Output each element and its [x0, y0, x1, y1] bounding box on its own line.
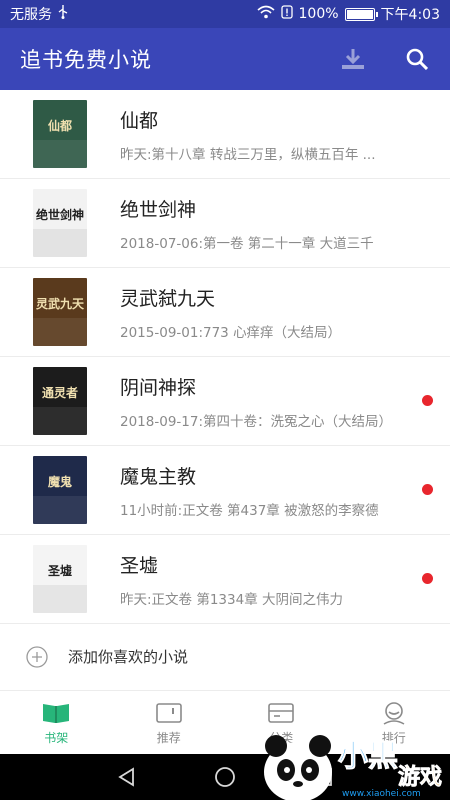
book-list: 仙都 仙都 昨天:第十八章 转战三万里，纵横五百年 ... 绝世剑神 绝世剑神 2018-… [0, 90, 450, 624]
app-title: 追书免费小说 [20, 48, 152, 72]
alert-icon [280, 5, 293, 23]
book-item[interactable]: 圣墟 圣墟 昨天:正文卷 第1334章 大阴间之伟力 [0, 535, 450, 624]
nav-label: 推荐 [156, 730, 181, 745]
svg-text:游戏: 游戏 [398, 764, 442, 790]
nav-label: 书架 [44, 730, 69, 745]
svg-text:绝世剑神: 绝世剑神 [36, 207, 84, 222]
time-text: 下午4:03 [380, 7, 440, 23]
book-cover: 通灵者 [33, 367, 87, 435]
book-latest-chapter: 昨天:正文卷 第1334章 大阴间之伟力 [120, 591, 343, 608]
svg-text:灵武九天: 灵武九天 [36, 296, 85, 311]
book-info: 阴间神探 2018-09-17:第四十卷：洗冤之心（大结局） [120, 373, 410, 430]
nav-tab-recommend[interactable]: 推荐 [113, 692, 226, 754]
book-item[interactable]: 仙都 仙都 昨天:第十八章 转战三万里，纵横五百年 ... [0, 90, 450, 179]
update-dot [422, 573, 433, 584]
update-dot [422, 395, 433, 406]
download-icon[interactable] [340, 46, 366, 72]
book-cover: 绝世剑神 [33, 189, 87, 257]
book-title: 仙都 [120, 109, 159, 132]
book-cover: 魔鬼 [33, 456, 87, 524]
book-cover: 圣墟 [33, 545, 87, 613]
recommend-icon [154, 701, 184, 725]
svg-text:小黑: 小黑 [338, 739, 398, 774]
search-icon[interactable] [404, 46, 430, 72]
book-info: 魔鬼主教 11小时前:正文卷 第437章 被激怒的李察德 [120, 462, 410, 519]
book-info: 绝世剑神 2018-07-06:第一卷 第二十一章 大道三千 [120, 195, 410, 252]
update-dot [422, 484, 433, 495]
svg-text:魔鬼: 魔鬼 [48, 474, 72, 489]
book-info: 灵武弑九天 2015-09-01:773 心痒痒（大结局） [120, 284, 410, 341]
svg-text:通灵者: 通灵者 [42, 385, 78, 400]
book-cover: 仙都 [33, 100, 87, 168]
add-novel-label: 添加你喜欢的小说 [68, 648, 189, 666]
book-title: 魔鬼主教 [120, 465, 197, 488]
app-actions [340, 46, 430, 72]
back-icon[interactable] [115, 765, 139, 789]
svg-text:圣墟: 圣墟 [47, 563, 72, 578]
bookshelf-icon [41, 701, 71, 725]
status-right: 100% 下午4:03 [256, 4, 440, 24]
usb-icon [58, 5, 68, 23]
book-title: 绝世剑神 [120, 198, 197, 221]
book-latest-chapter: 2018-09-17:第四十卷：洗冤之心（大结局） [120, 413, 393, 430]
book-title: 灵武弑九天 [120, 287, 216, 310]
book-title: 阴间神探 [120, 376, 197, 399]
book-item[interactable]: 绝世剑神 绝世剑神 2018-07-06:第一卷 第二十一章 大道三千 [0, 179, 450, 268]
status-left: 无服务 [10, 4, 68, 24]
battery-icon [344, 7, 378, 21]
book-info: 仙都昨天:第十八章 转战三万里，纵横五百年 ... [120, 106, 410, 163]
svg-text:仙都: 仙都 [48, 118, 72, 133]
carrier-text: 无服务 [10, 7, 52, 23]
plus-circle-icon [26, 645, 48, 668]
wifi-icon [256, 5, 275, 23]
book-item[interactable]: 灵武九天 灵武弑九天 2015-09-01:773 心痒痒（大结局） [0, 268, 450, 357]
book-cover: 灵武九天 [33, 278, 87, 346]
svg-text:www.xiaohei.com: www.xiaohei.com [342, 789, 421, 799]
book-latest-chapter: 2015-09-01:773 心痒痒（大结局） [120, 324, 342, 341]
home-icon[interactable] [213, 765, 237, 789]
status-bar: 无服务 100% 下午4:03 [0, 0, 450, 28]
book-info: 圣墟昨天:正文卷 第1334章 大阴间之伟力 [120, 551, 410, 608]
book-title: 圣墟 [120, 554, 159, 577]
battery-text: 100% [298, 6, 339, 22]
nav-tab-bookshelf[interactable]: 书架 [0, 692, 113, 754]
book-latest-chapter: 2018-07-06:第一卷 第二十一章 大道三千 [120, 235, 374, 252]
book-latest-chapter: 11小时前:正文卷 第437章 被激怒的李察德 [120, 502, 379, 519]
app-bar: 追书免费小说 [0, 28, 450, 90]
book-item[interactable]: 通灵者 阴间神探 2018-09-17:第四十卷：洗冤之心（大结局） [0, 357, 450, 446]
book-item[interactable]: 魔鬼 魔鬼主教 11小时前:正文卷 第437章 被激怒的李察德 [0, 446, 450, 535]
book-latest-chapter: 昨天:第十八章 转战三万里，纵横五百年 ... [120, 146, 376, 163]
watermark-logo: 小黑 游戏 www.xiaohei.com [258, 720, 450, 800]
add-novel-row[interactable]: 添加你喜欢的小说 [0, 623, 450, 691]
